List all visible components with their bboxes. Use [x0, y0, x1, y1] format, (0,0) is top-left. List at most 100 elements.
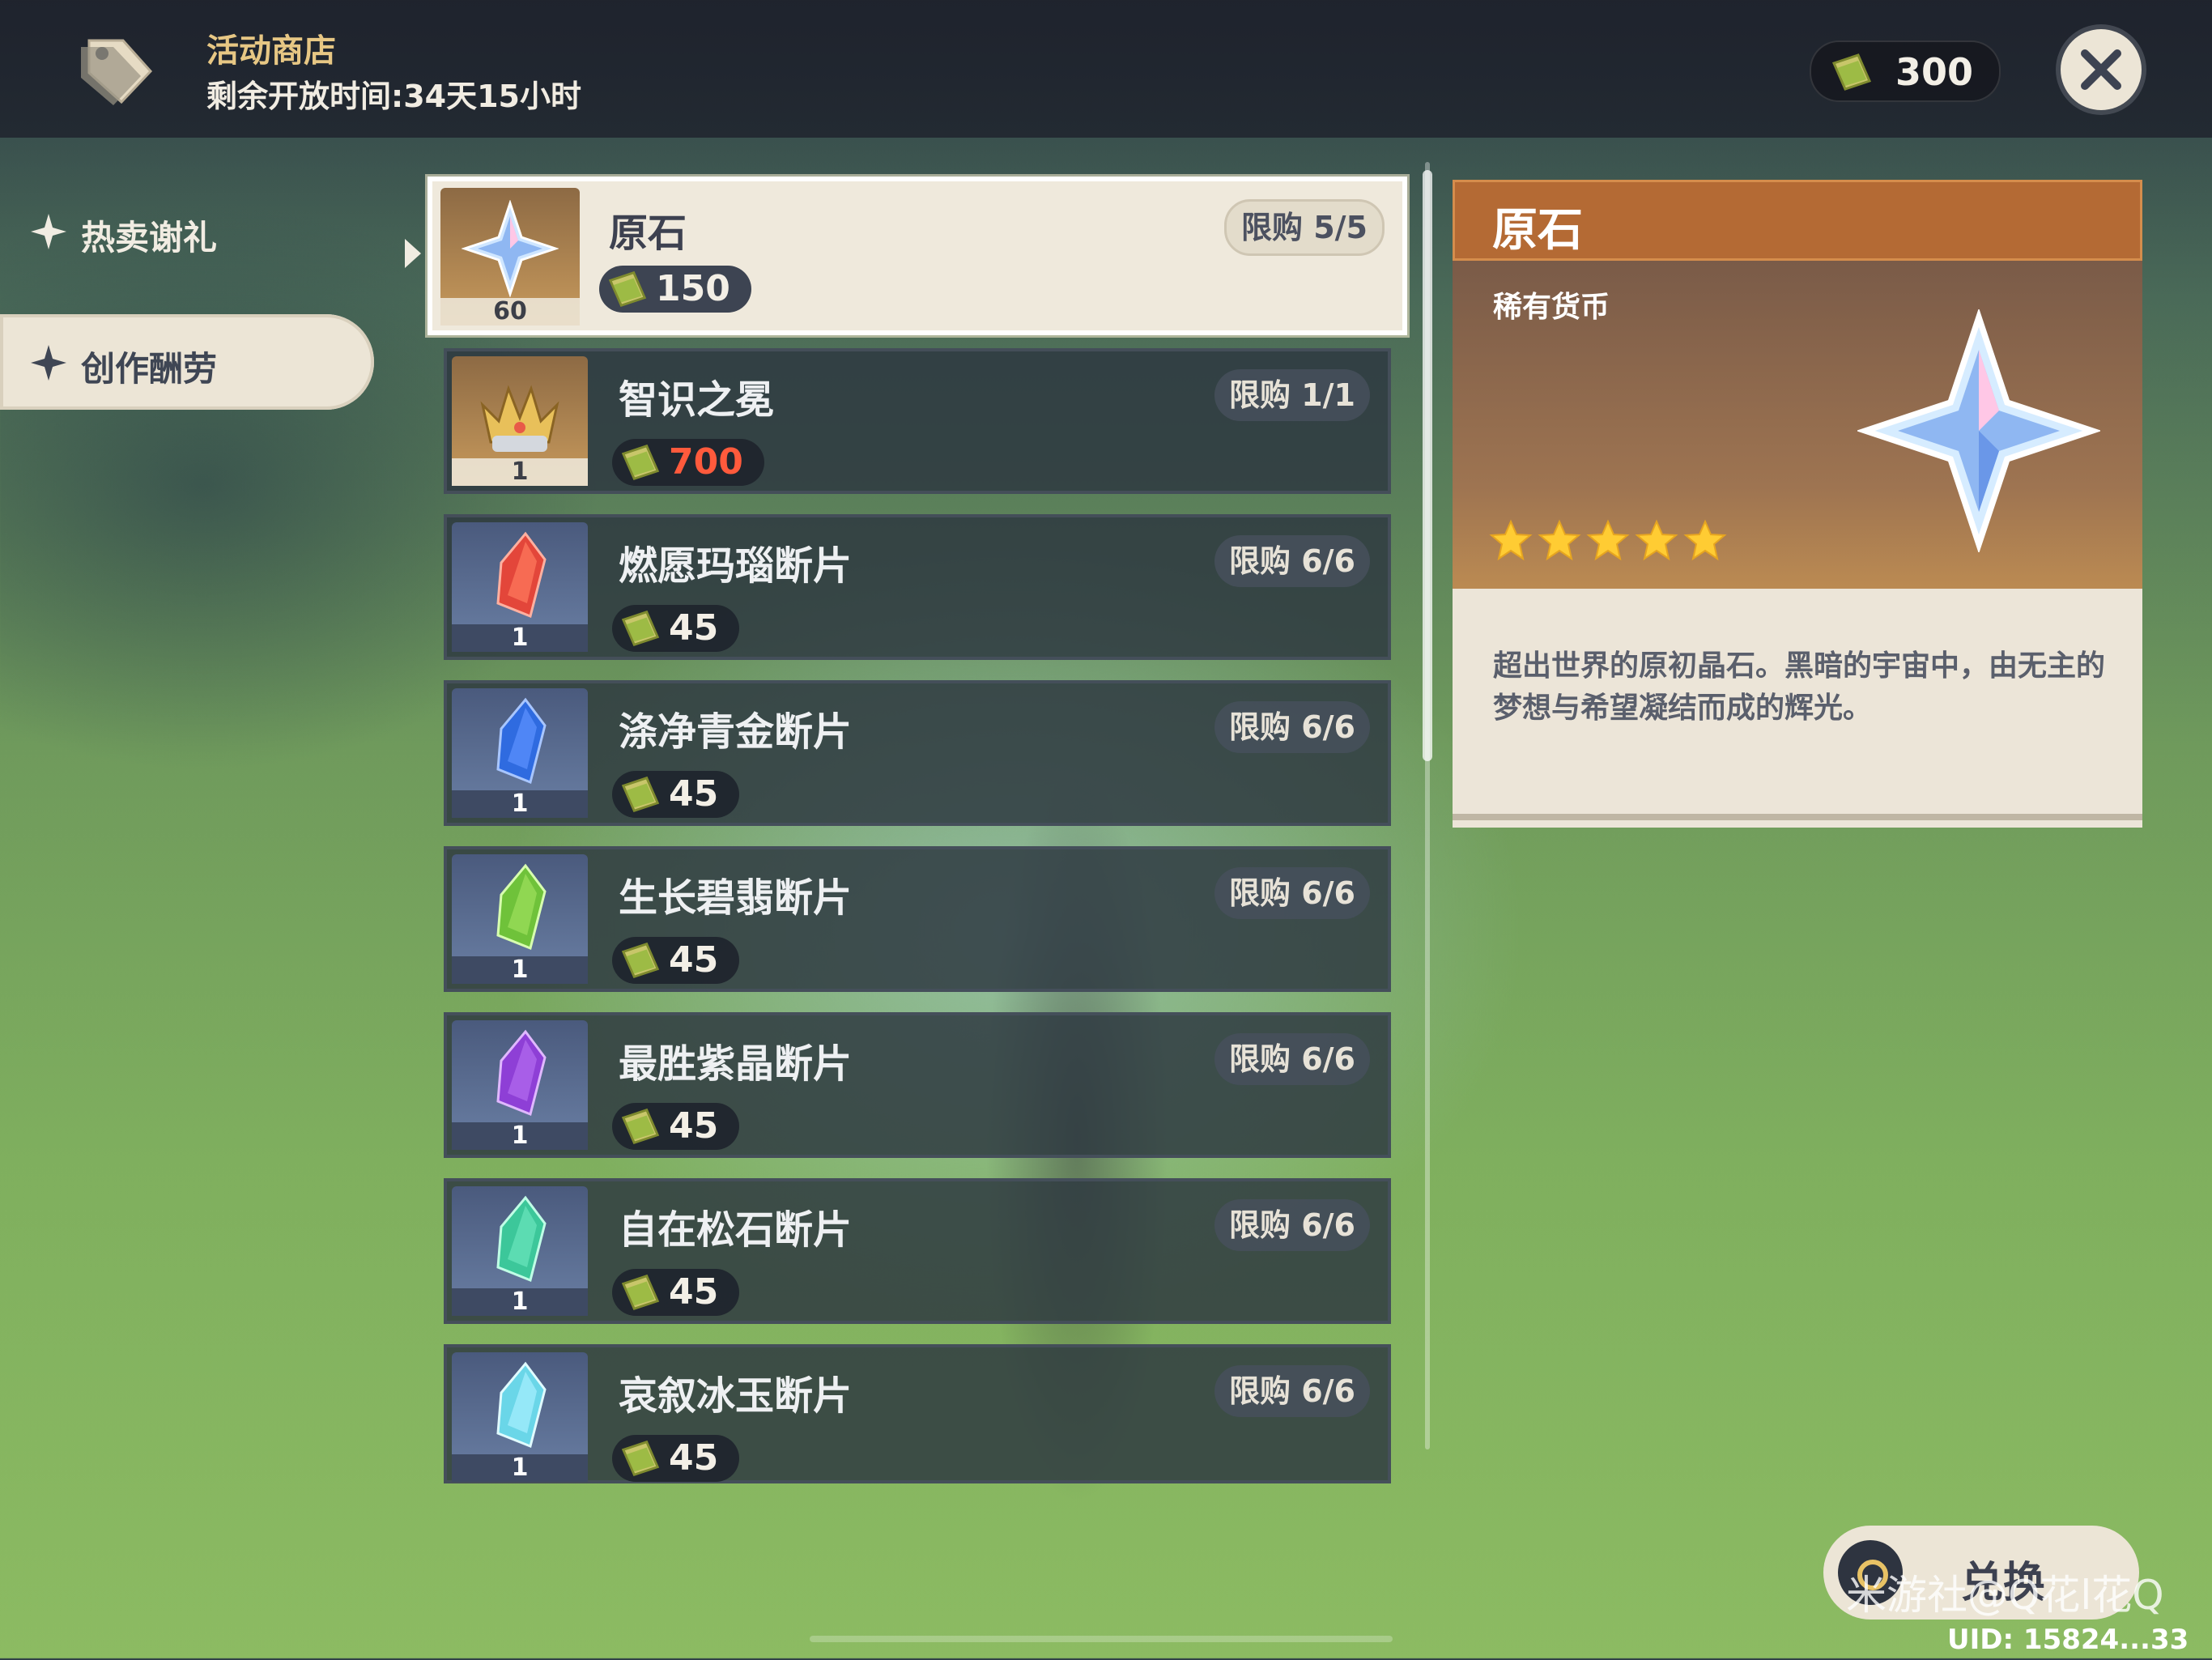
shop-item-ice-jade-fragment[interactable]: 1 哀叙冰玉断片 限购 6/6 45 — [444, 1344, 1391, 1483]
item-price-value: 45 — [669, 607, 719, 649]
star-icon — [1635, 519, 1678, 561]
item-thumbnail: 1 — [452, 1352, 588, 1482]
shop-item-crown[interactable]: 1 智识之冕 限购 1/1 700 — [444, 348, 1391, 494]
item-price: 45 — [612, 1269, 740, 1316]
star-icon — [1489, 519, 1533, 561]
divider — [1453, 814, 2142, 820]
item-thumbnail: 1 — [452, 1186, 588, 1316]
item-name: 原石 — [609, 211, 687, 256]
shop-title: 活动商店 — [206, 32, 336, 70]
item-thumbnail: 1 — [452, 356, 588, 486]
detail-item-name: 原石 — [1492, 204, 1583, 257]
purchase-limit-badge: 限购 6/6 — [1214, 535, 1370, 587]
item-price-value: 45 — [669, 1105, 719, 1147]
item-quantity: 1 — [452, 458, 588, 486]
item-price-value: 700 — [669, 441, 743, 483]
coin-book-icon — [621, 776, 660, 813]
jade-ice-fragment-icon — [496, 1361, 547, 1449]
sidebar-item-creation-reward[interactable]: 创作酬劳 — [0, 314, 374, 410]
item-thumbnail: 1 — [452, 522, 588, 652]
star-icon — [1538, 519, 1581, 561]
uid-label: UID: 15824...33 — [1947, 1624, 2189, 1656]
coin-book-icon — [621, 942, 660, 979]
item-name: 涤净青金断片 — [619, 709, 853, 755]
shop-item-primogem[interactable]: 60 原石 限购 5/5 150 — [428, 177, 1407, 335]
item-thumbnail: 1 — [452, 688, 588, 818]
close-icon — [2081, 49, 2121, 90]
detail-header: 原石 — [1453, 180, 2142, 261]
item-quantity: 60 — [440, 298, 580, 326]
item-price-value: 45 — [669, 1437, 719, 1479]
rarity-stars — [1488, 518, 1747, 567]
item-price-value: 150 — [656, 268, 730, 309]
item-price: 45 — [612, 771, 740, 818]
star-icon — [1586, 519, 1630, 561]
purchase-limit-badge: 限购 5/5 — [1224, 199, 1385, 256]
purchase-limit-badge: 限购 1/1 — [1214, 369, 1370, 421]
item-name: 燃愿玛瑙断片 — [619, 543, 853, 589]
item-thumbnail: 1 — [452, 1020, 588, 1150]
primogem-icon — [1857, 309, 2100, 552]
sidebar-item-label: 创作酬劳 — [81, 349, 218, 389]
shop-tag-icon — [81, 39, 153, 105]
item-quantity: 1 — [452, 956, 588, 984]
item-name: 自在松石断片 — [619, 1207, 853, 1253]
item-quantity: 1 — [452, 1122, 588, 1150]
star-icon — [1683, 519, 1727, 561]
item-name: 智识之冕 — [619, 377, 775, 423]
item-price: 700 — [612, 439, 764, 486]
shop-item-lapis-fragment[interactable]: 1 涤净青金断片 限购 6/6 45 — [444, 680, 1391, 826]
list-scrollbar-thumb[interactable] — [1423, 170, 1432, 761]
item-price-value: 45 — [669, 773, 719, 815]
coin-book-icon — [621, 610, 660, 647]
item-quantity: 1 — [452, 1288, 588, 1316]
item-name: 生长碧翡断片 — [619, 875, 853, 921]
sidebar-item-hot-sale[interactable]: 热卖谢礼 — [0, 183, 372, 279]
bottom-indicator — [810, 1636, 1393, 1642]
purchase-limit-badge: 限购 6/6 — [1214, 1033, 1370, 1085]
sparkle-icon — [31, 214, 66, 249]
purchase-limit-badge: 限购 6/6 — [1214, 867, 1370, 919]
shop-item-agate-fragment[interactable]: 1 燃愿玛瑙断片 限购 6/6 45 — [444, 514, 1391, 660]
amethyst-fragment-icon — [496, 1029, 547, 1117]
currency-amount: 300 — [1895, 50, 1974, 94]
lapis-fragment-icon — [496, 697, 547, 785]
detail-item-type: 稀有货币 — [1493, 291, 1610, 324]
item-name: 最胜紫晶断片 — [619, 1041, 853, 1087]
coin-book-icon — [621, 444, 660, 481]
purchase-limit-badge: 限购 6/6 — [1214, 701, 1370, 753]
item-price-value: 45 — [669, 1271, 719, 1313]
coin-book-icon — [621, 1108, 660, 1145]
item-thumbnail: 1 — [452, 854, 588, 984]
item-price: 45 — [612, 605, 740, 652]
item-name: 哀叙冰玉断片 — [619, 1373, 853, 1419]
agate-fragment-icon — [496, 531, 547, 619]
sidebar-item-label: 热卖谢礼 — [81, 218, 218, 258]
selection-pointer-icon — [405, 239, 421, 268]
coin-book-icon — [621, 1274, 660, 1311]
top-bar: 活动商店 剩余开放时间:34天15小时 300 — [0, 0, 2212, 138]
item-price: 45 — [612, 1103, 740, 1150]
turquoise-fragment-icon — [496, 1195, 547, 1283]
detail-description: 超出世界的原初晶石。黑暗的宇宙中，由无主的梦想与希望凝结而成的辉光。 — [1493, 649, 2106, 725]
jade-fragment-icon — [496, 863, 547, 951]
item-quantity: 1 — [452, 1454, 588, 1482]
item-detail-panel: 原石 稀有货币 超出世界的原初晶石。黑暗的宇宙中，由无主的梦想与希望凝结而成的辉… — [1453, 180, 2142, 828]
item-price: 45 — [612, 1435, 740, 1482]
item-price: 150 — [599, 266, 751, 313]
watermark: 米游社@Q花l花Q — [1846, 1572, 2164, 1619]
item-price: 45 — [612, 937, 740, 984]
shop-item-turquoise-fragment[interactable]: 1 自在松石断片 限购 6/6 45 — [444, 1178, 1391, 1324]
coin-book-icon — [608, 270, 647, 308]
detail-description-box: 超出世界的原初晶石。黑暗的宇宙中，由无主的梦想与希望凝结而成的辉光。 — [1453, 589, 2142, 828]
coin-book-icon — [1831, 53, 1872, 91]
item-thumbnail: 60 — [440, 188, 580, 326]
close-button[interactable] — [2061, 29, 2142, 110]
shop-item-jade-fragment[interactable]: 1 生长碧翡断片 限购 6/6 45 — [444, 846, 1391, 992]
shop-timer: 剩余开放时间:34天15小时 — [206, 79, 581, 114]
purchase-limit-badge: 限购 6/6 — [1214, 1365, 1370, 1417]
shop-item-amethyst-fragment[interactable]: 1 最胜紫晶断片 限购 6/6 45 — [444, 1012, 1391, 1158]
coin-book-icon — [621, 1440, 660, 1477]
primogem-icon — [462, 199, 559, 297]
currency-display: 300 — [1810, 40, 2001, 102]
